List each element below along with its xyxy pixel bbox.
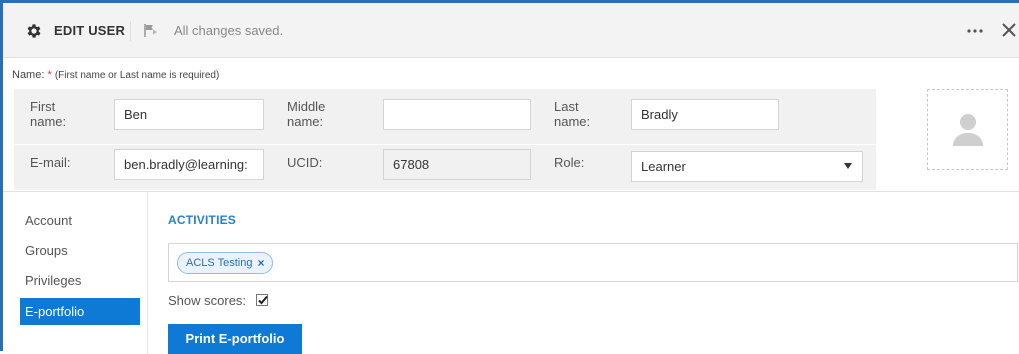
last-name-label: Last name: — [554, 99, 591, 129]
show-scores-checkbox[interactable] — [256, 294, 268, 306]
flag-icon — [144, 24, 157, 37]
role-select-value: Learner — [641, 159, 686, 174]
activity-tag: ACLS Testing × — [177, 252, 274, 274]
email-field[interactable]: ben.bradly@learning: — [114, 149, 264, 180]
name-requirement-note: Name: * (First name or Last name is requ… — [12, 69, 219, 81]
first-name-field[interactable]: Ben — [114, 99, 264, 130]
more-icon[interactable] — [965, 25, 985, 37]
middle-name-field[interactable] — [383, 99, 531, 130]
required-marker: * — [47, 69, 52, 81]
caret-down-icon — [844, 163, 852, 169]
contact-fields-row: E-mail: ben.bradly@learning: UCID: 67808… — [14, 145, 876, 190]
name-label: Name: — [12, 69, 45, 81]
save-status: All changes saved. — [174, 23, 284, 38]
name-fields-row: First name: Ben Middle name: Last name: … — [14, 89, 876, 144]
gear-icon — [27, 24, 41, 38]
page-title: EDIT USER — [54, 23, 126, 38]
last-name-field[interactable]: Bradly — [631, 99, 779, 130]
activities-heading: ACTIVITIES — [168, 213, 237, 227]
middle-name-label: Middle name: — [287, 99, 326, 129]
print-e-portfolio-button[interactable]: Print E-portfolio — [168, 324, 302, 354]
ucid-label: UCID: — [287, 155, 323, 170]
remove-icon[interactable]: × — [257, 253, 264, 273]
role-select[interactable]: Learner — [631, 151, 863, 182]
show-scores-label: Show scores: — [168, 293, 247, 308]
section-divider — [3, 191, 1019, 192]
edit-user-window: EDIT USER All changes saved. Name: * (Fi… — [0, 0, 1019, 354]
avatar-upload[interactable] — [927, 89, 1008, 170]
name-hint: (First name or Last name is required) — [54, 70, 220, 81]
sidebar-divider — [147, 192, 148, 354]
check-icon — [258, 295, 268, 305]
sidebar-item-groups[interactable]: Groups — [25, 243, 68, 258]
sidebar-item-account[interactable]: Account — [25, 213, 72, 228]
ucid-field[interactable]: 67808 — [383, 149, 531, 180]
email-label: E-mail: — [30, 155, 71, 170]
user-placeholder-icon — [953, 114, 983, 146]
sidebar-item-e-portfolio[interactable]: E-portfolio — [20, 298, 140, 325]
window-header: EDIT USER All changes saved. — [3, 3, 1019, 58]
activities-input[interactable]: ACLS Testing × — [168, 243, 1018, 282]
first-name-label: First name: — [30, 99, 67, 129]
sidebar-item-privileges[interactable]: Privileges — [25, 273, 81, 288]
close-icon[interactable] — [1000, 21, 1018, 39]
header-divider — [130, 21, 131, 41]
role-label: Role: — [554, 155, 585, 170]
activity-tag-label: ACLS Testing — [186, 257, 253, 269]
